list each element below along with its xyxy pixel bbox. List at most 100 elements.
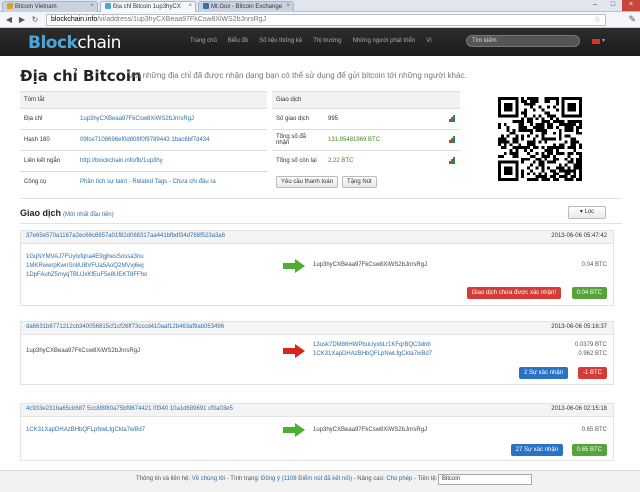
hash160-link[interactable]: 09fce7108696ef0d808f0f9789443 1bac6bf7d4… bbox=[80, 137, 209, 143]
back-icon[interactable]: ◀ bbox=[4, 15, 14, 25]
confirmations-badge[interactable]: 2 Sự xác nhận bbox=[518, 367, 568, 379]
qr-module bbox=[550, 137, 554, 141]
nav-link-stats[interactable]: Số liệu thống kê bbox=[259, 38, 302, 44]
about-us-link[interactable]: Về chúng tôi bbox=[192, 476, 225, 482]
footer-label: - Tình trạng: bbox=[226, 476, 260, 482]
close-tab-icon[interactable]: × bbox=[286, 3, 290, 9]
qr-module bbox=[512, 178, 516, 181]
output-address-link[interactable]: 1CK31XapDHAzBHbQFLpNwLfgCkta7wBd7 bbox=[313, 351, 432, 357]
close-tab-icon[interactable]: × bbox=[188, 3, 192, 9]
tx-hash-link[interactable]: da6631b8771212cb340056815cf1cf26ff73cccd… bbox=[26, 324, 224, 330]
qr-module bbox=[567, 128, 571, 132]
qr-module bbox=[541, 152, 545, 155]
currency-select[interactable]: Bitcoin bbox=[438, 474, 532, 485]
tools-links[interactable]: Phân tích sự taint - Related Tags - Chưa… bbox=[80, 179, 216, 185]
qr-module bbox=[521, 120, 525, 124]
wrench-icon[interactable]: ✎ bbox=[628, 14, 636, 25]
qr-module bbox=[526, 157, 530, 161]
reload-icon[interactable]: ↻ bbox=[30, 15, 40, 25]
qr-module bbox=[512, 131, 516, 135]
language-flag-icon[interactable] bbox=[592, 39, 600, 44]
browser-tab-1[interactable]: Bitcoin Vietnam × bbox=[2, 1, 98, 12]
input-address: 1up3hyCXBeaa97FkCsw8XiWS2bJnrsRgJ bbox=[26, 348, 141, 354]
qr-module bbox=[567, 172, 571, 176]
qr-module bbox=[550, 125, 554, 129]
chart-icon[interactable] bbox=[449, 135, 456, 143]
qr-module bbox=[570, 114, 574, 118]
qr-module bbox=[579, 160, 582, 164]
qr-module bbox=[526, 117, 530, 121]
qr-module bbox=[576, 125, 580, 129]
nav-links: Trang chủ Biểu đồ Số liệu thống kê Thị t… bbox=[190, 38, 432, 44]
qr-module bbox=[553, 97, 556, 100]
qr-module bbox=[515, 154, 519, 158]
qr-module bbox=[535, 152, 539, 155]
nav-link-home[interactable]: Trang chủ bbox=[190, 38, 217, 44]
address-link[interactable]: 1up3hyCXBeaa97FkCsw8XiWS2bJnrsRgJ bbox=[80, 116, 194, 122]
bookmark-star-icon[interactable]: ☆ bbox=[594, 15, 601, 25]
tx-total-badge[interactable]: 0.04 BTC bbox=[571, 287, 607, 299]
blockchain-logo[interactable]: Blockchain bbox=[28, 33, 121, 53]
qr-module bbox=[561, 169, 565, 173]
tx-hash-link[interactable]: 37e65e570a1167a2ec66c6957a01f82d088317aa… bbox=[26, 233, 225, 239]
unconfirmed-badge[interactable]: Giao dịch chưa được xác nhận! bbox=[466, 287, 561, 299]
qr-module bbox=[570, 178, 574, 181]
qr-module bbox=[529, 140, 533, 144]
qr-module bbox=[547, 120, 551, 124]
input-address-link[interactable]: 1DpFAuhZ5myqTBUJxKfEuF5e8UEKT8FFho bbox=[26, 271, 147, 280]
qr-module bbox=[529, 149, 533, 153]
browser-tab-3[interactable]: Mt.Gox - Bitcoin Exchange × bbox=[198, 1, 294, 12]
forward-icon[interactable]: ▶ bbox=[17, 15, 27, 25]
status-link[interactable]: Đồng ý (1108 Điểm nút đã kết nối) bbox=[261, 476, 352, 482]
qr-module bbox=[541, 178, 545, 181]
input-address-link[interactable]: 1CK31XapDHAzBHbQFLpNwLfgCkta7wBd7 bbox=[26, 426, 145, 435]
short-link[interactable]: http://blockchain.info/fb/1up3hy bbox=[80, 158, 163, 164]
qr-module bbox=[553, 160, 556, 164]
minimize-icon[interactable]: – bbox=[586, 0, 604, 11]
qr-module bbox=[532, 172, 536, 176]
tx-total-badge[interactable]: -1 BTC bbox=[577, 367, 607, 379]
transactions-subtitle[interactable]: (Mới nhất đầu tiên) bbox=[63, 212, 114, 218]
close-window-icon[interactable]: × bbox=[622, 0, 640, 11]
qr-module bbox=[509, 149, 513, 153]
qr-module bbox=[518, 143, 522, 147]
qr-module bbox=[509, 114, 513, 118]
qr-module bbox=[564, 114, 568, 118]
qr-module bbox=[570, 120, 574, 124]
chart-icon[interactable] bbox=[449, 114, 456, 122]
qr-module bbox=[576, 128, 580, 132]
qr-module bbox=[498, 140, 501, 144]
request-payment-button[interactable]: Yêu cầu thanh toán bbox=[276, 176, 339, 188]
qr-module bbox=[526, 140, 530, 144]
nav-link-developers[interactable]: Những người phát triển bbox=[352, 38, 415, 44]
output-address-link[interactable]: 13usk7DM86HWPbuUyxbLr1KFqrBQC3dnb bbox=[313, 342, 431, 348]
qr-module bbox=[553, 178, 556, 181]
filter-button[interactable]: ▾ Lọc bbox=[568, 206, 606, 219]
tx-total-badge[interactable]: 0.65 BTC bbox=[571, 444, 607, 456]
nav-link-markets[interactable]: Thị trường bbox=[313, 38, 341, 44]
tx-hash-link[interactable]: 4c933e231ba65cb687 5cc8f8f80a75bf9674421… bbox=[26, 406, 233, 412]
url-input[interactable]: blockchain.info/vi/address/1up3hyCXBeaa9… bbox=[46, 14, 606, 26]
browser-tab-2[interactable]: Địa chỉ Bitcoin 1up3hyCX × bbox=[100, 1, 196, 12]
chevron-down-icon[interactable]: ▾ bbox=[602, 37, 605, 44]
search-input[interactable]: Tìm kiếm bbox=[466, 35, 580, 47]
nav-link-charts[interactable]: Biểu đồ bbox=[228, 38, 248, 44]
nav-link-wallet[interactable]: Ví bbox=[426, 38, 432, 44]
qr-module bbox=[570, 137, 574, 141]
qr-module bbox=[529, 128, 533, 132]
incoming-arrow-icon bbox=[283, 423, 305, 437]
qr-module bbox=[515, 97, 519, 100]
qr-module bbox=[547, 114, 551, 118]
input-address-link[interactable]: 1GqNYMVAJ7FUytxfqna4E9gjhesSossa3nu bbox=[26, 253, 147, 262]
close-tab-icon[interactable]: × bbox=[90, 3, 94, 9]
advanced-link[interactable]: Cho phép bbox=[386, 476, 412, 482]
summary-key: Liên kết ngắn bbox=[20, 150, 76, 172]
maximize-icon[interactable]: □ bbox=[604, 0, 622, 11]
chart-icon[interactable] bbox=[449, 156, 456, 164]
confirmations-badge[interactable]: 27 Sự xác nhận bbox=[510, 444, 563, 456]
qr-module bbox=[535, 178, 539, 181]
donation-button[interactable]: Tặng Nút bbox=[342, 176, 377, 188]
qr-module bbox=[515, 137, 519, 141]
input-address-link[interactable]: 1MKRwwrpKwnSn8UBVFUa5AoQ2MVvj6wj bbox=[26, 262, 147, 271]
qr-module bbox=[538, 140, 542, 144]
